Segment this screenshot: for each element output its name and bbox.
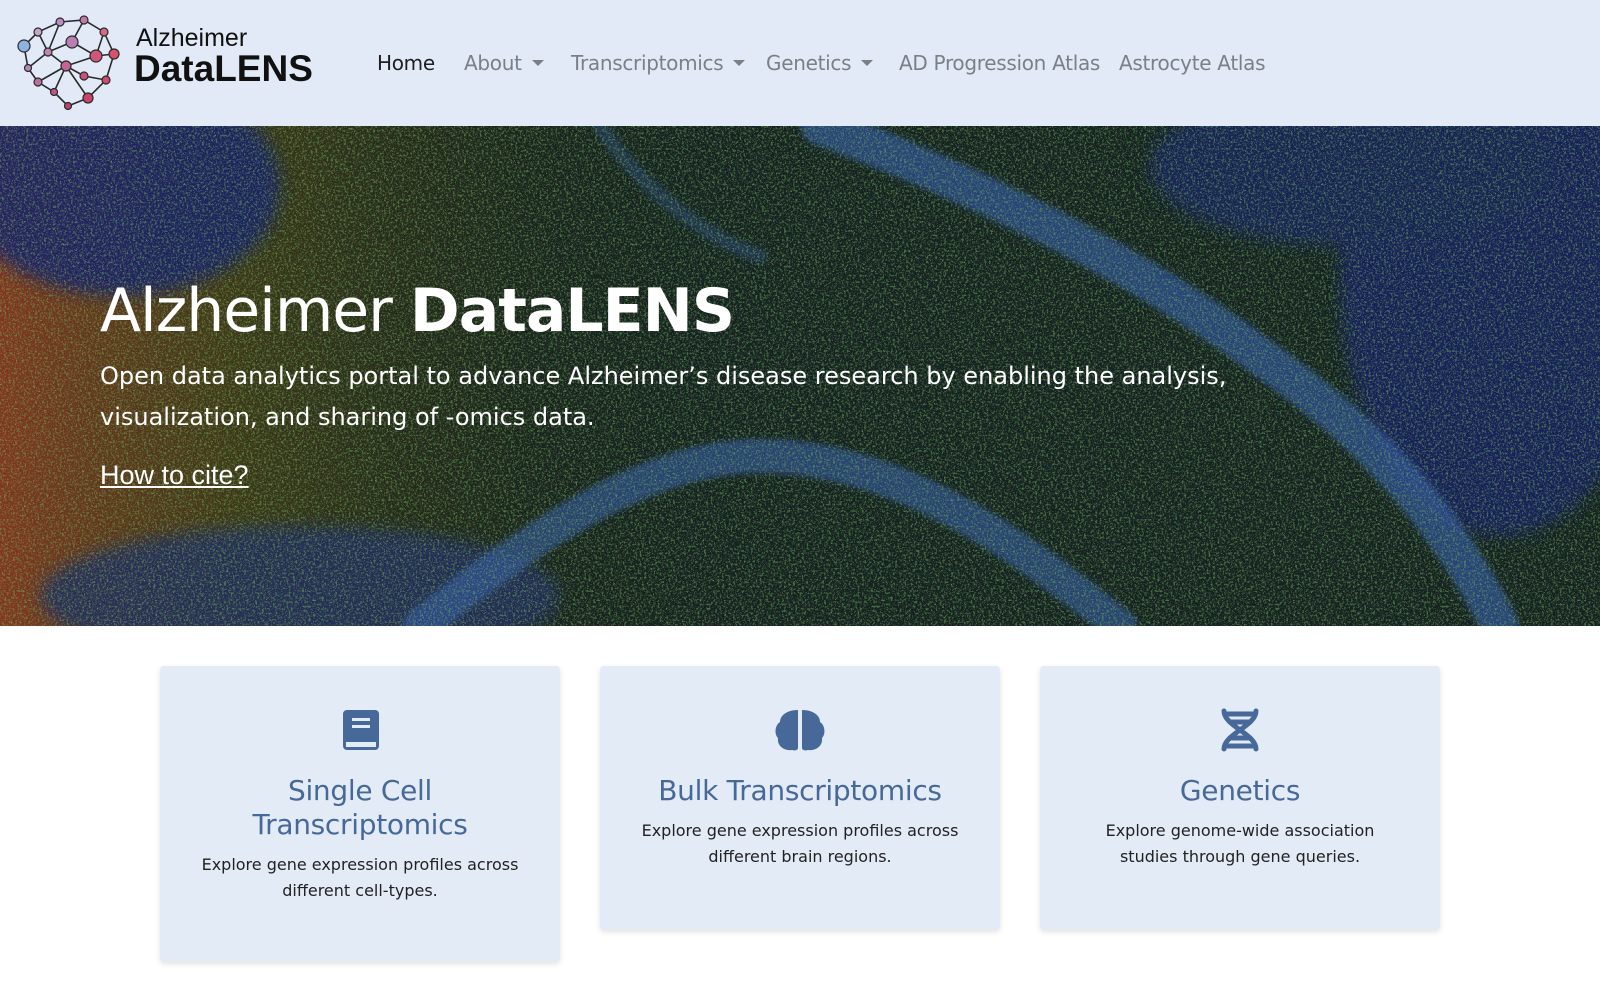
hero-banner: Alzheimer DataLENS Open data analytics p… [0, 126, 1600, 626]
nav-ad-progression-atlas[interactable]: AD Progression Atlas [899, 51, 1100, 75]
card-single-cell-transcriptomics[interactable]: Single Cell Transcriptomics Explore gene… [160, 666, 560, 962]
hero-subtitle: Open data analytics portal to advance Al… [100, 362, 1227, 431]
navbar: Alzheimer DataLENS Home About Transcript… [0, 0, 1600, 126]
caret-down-icon [531, 60, 544, 66]
nav-ad-progression-atlas-label: AD Progression Atlas [899, 51, 1101, 75]
card-title: Bulk Transcriptomics [658, 774, 942, 807]
nav-genetics-label: Genetics [766, 51, 852, 75]
how-to-cite-link[interactable]: How to cite? [100, 460, 249, 491]
hero-title-light: Alzheimer [100, 276, 410, 346]
brain-icon [775, 710, 825, 751]
nav-astrocyte-atlas-label: Astrocyte Atlas [1119, 51, 1266, 75]
card-description: Explore gene expression profiles across … [201, 855, 519, 900]
card-description: Explore gene expression profiles across … [641, 821, 959, 866]
card-title: Genetics [1179, 774, 1301, 807]
nav-home-label: Home [377, 51, 435, 75]
caret-down-icon [861, 60, 874, 66]
card-title: Single Cell Transcriptomics [252, 774, 468, 841]
hero-title-bold: DataLENS [409, 276, 735, 346]
card-description: Explore genome-wide association studies … [1105, 821, 1375, 866]
caret-down-icon [733, 60, 746, 66]
book-icon [343, 710, 379, 750]
nav-genetics-dropdown[interactable]: Genetics [766, 51, 874, 75]
nav-transcriptomics-label: Transcriptomics [571, 51, 724, 75]
nav-astrocyte-atlas[interactable]: Astrocyte Atlas [1119, 51, 1266, 75]
dna-icon [1221, 708, 1259, 752]
brain-network-logo-icon[interactable] [14, 12, 126, 112]
brand-name-bottom[interactable]: DataLENS [134, 48, 313, 90]
card-genetics[interactable]: Genetics Explore genome-wide association… [1040, 666, 1440, 930]
nav-home[interactable]: Home [377, 51, 435, 75]
nav-about-dropdown[interactable]: About [464, 51, 544, 75]
card-bulk-transcriptomics[interactable]: Bulk Transcriptomics Explore gene expres… [600, 666, 1000, 930]
nav-about-label: About [464, 51, 522, 75]
nav-transcriptomics-dropdown[interactable]: Transcriptomics [571, 51, 746, 75]
hero-title: Alzheimer DataLENS [100, 276, 735, 346]
